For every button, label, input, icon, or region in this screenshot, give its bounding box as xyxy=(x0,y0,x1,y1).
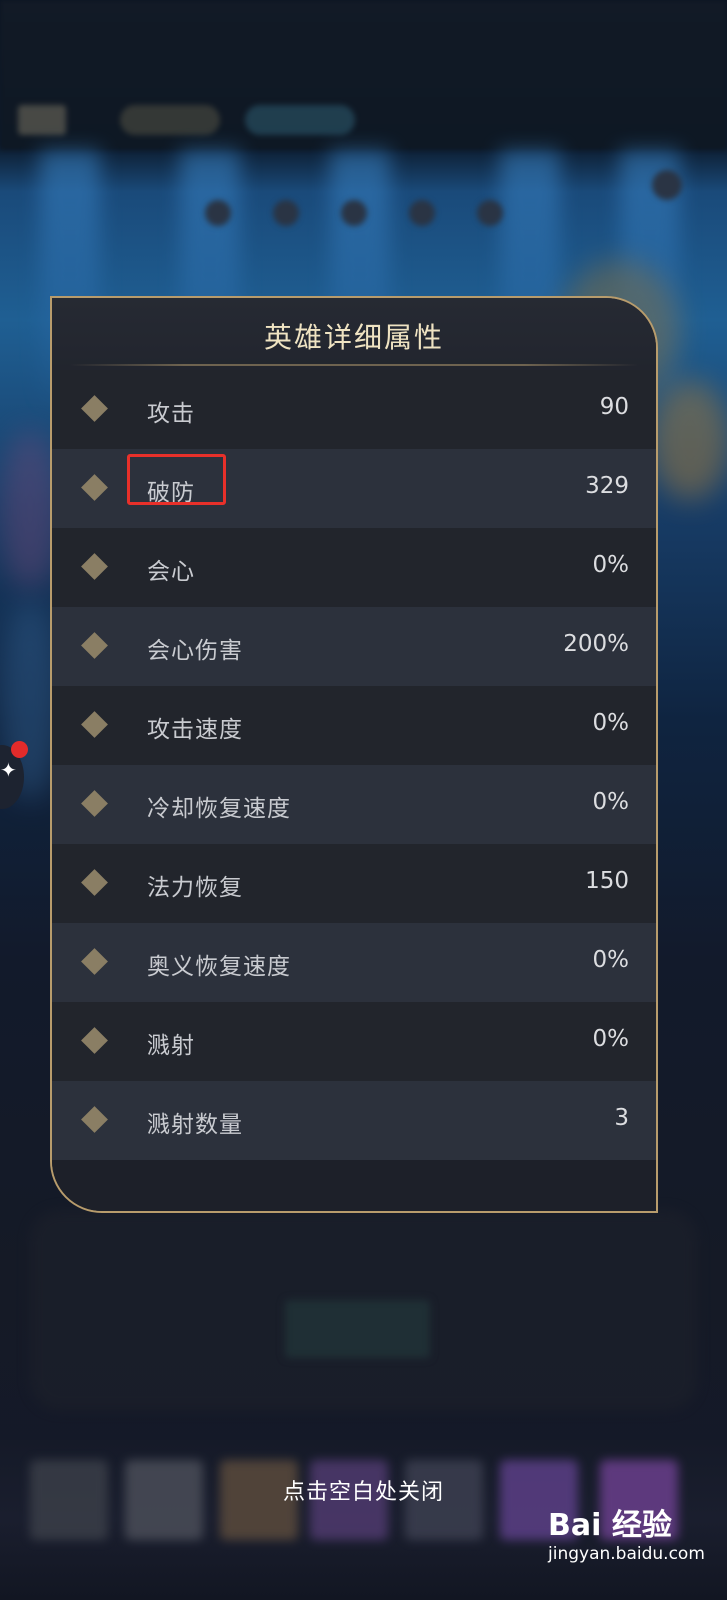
diamond-bullet-icon xyxy=(81,632,108,659)
diamond-bullet-icon xyxy=(81,948,108,975)
attribute-label: 溅射数量 xyxy=(147,1112,243,1138)
attribute-value: 0% xyxy=(592,552,630,578)
attribute-row-mana-recovery: 法力恢复 150 xyxy=(52,844,656,923)
modal-header: 英雄详细属性 xyxy=(52,298,656,370)
attribute-row-cooldown-recovery: 冷却恢复速度 0% xyxy=(52,765,656,844)
gem-currency-icon xyxy=(245,105,355,135)
attribute-label: 奥义恢复速度 xyxy=(147,954,291,980)
attribute-value: 150 xyxy=(585,868,629,894)
watermark-url: jingyan.baidu.com xyxy=(548,1544,705,1564)
attribute-value: 0% xyxy=(592,710,630,736)
baidu-jingyan-watermark: Bai 经验 jingyan.baidu.com xyxy=(548,1500,723,1596)
sparkle-icon: ✦ xyxy=(0,758,17,782)
attribute-row-crit-rate: 会心 0% xyxy=(52,528,656,607)
attribute-label: 溅射 xyxy=(147,1033,195,1059)
modal-footer xyxy=(52,1160,656,1211)
attribute-label: 法力恢复 xyxy=(147,875,243,901)
attribute-value: 90 xyxy=(599,394,629,420)
modal-title: 英雄详细属性 xyxy=(263,321,444,354)
attribute-label: 会心 xyxy=(147,559,195,585)
diamond-bullet-icon xyxy=(81,395,108,422)
attribute-value: 0% xyxy=(592,1026,630,1052)
watermark-logo: Bai 经验 xyxy=(548,1508,672,1543)
diamond-bullet-icon xyxy=(81,1106,108,1133)
attribute-row-crit-damage: 会心伤害 200% xyxy=(52,607,656,686)
diamond-bullet-icon xyxy=(81,869,108,896)
attribute-label: 会心伤害 xyxy=(147,638,243,664)
header-divider xyxy=(70,364,638,366)
attribute-row-attack-speed: 攻击速度 0% xyxy=(52,686,656,765)
attribute-value: 0% xyxy=(592,789,630,815)
back-icon xyxy=(18,105,66,135)
attribute-value: 200% xyxy=(563,631,629,657)
diamond-bullet-icon xyxy=(81,1027,108,1054)
top-resource-bar xyxy=(0,0,727,150)
attribute-value: 0% xyxy=(592,947,630,973)
gold-currency-icon xyxy=(120,105,220,135)
diamond-bullet-icon xyxy=(81,553,108,580)
diamond-bullet-icon xyxy=(81,790,108,817)
attribute-row-splash-count: 溅射数量 3 xyxy=(52,1081,656,1160)
highlight-annotation-box xyxy=(127,454,226,505)
background-button xyxy=(285,1300,430,1358)
attribute-label: 冷却恢复速度 xyxy=(147,796,291,822)
attribute-label: 攻击 xyxy=(147,401,195,427)
notification-dot xyxy=(11,741,28,758)
diamond-bullet-icon xyxy=(81,711,108,738)
attribute-row-attack: 攻击 90 xyxy=(52,370,656,449)
attribute-row-ultimate-recovery: 奥义恢复速度 0% xyxy=(52,923,656,1002)
attribute-label: 攻击速度 xyxy=(147,717,243,743)
attribute-value: 3 xyxy=(614,1105,629,1131)
attribute-row-splash: 溅射 0% xyxy=(52,1002,656,1081)
diamond-bullet-icon xyxy=(81,474,108,501)
attribute-value: 329 xyxy=(585,473,629,499)
hero-attributes-modal: 英雄详细属性 攻击 90 破防 329 会心 0% 会心伤害 200% 攻击速度… xyxy=(50,296,658,1213)
